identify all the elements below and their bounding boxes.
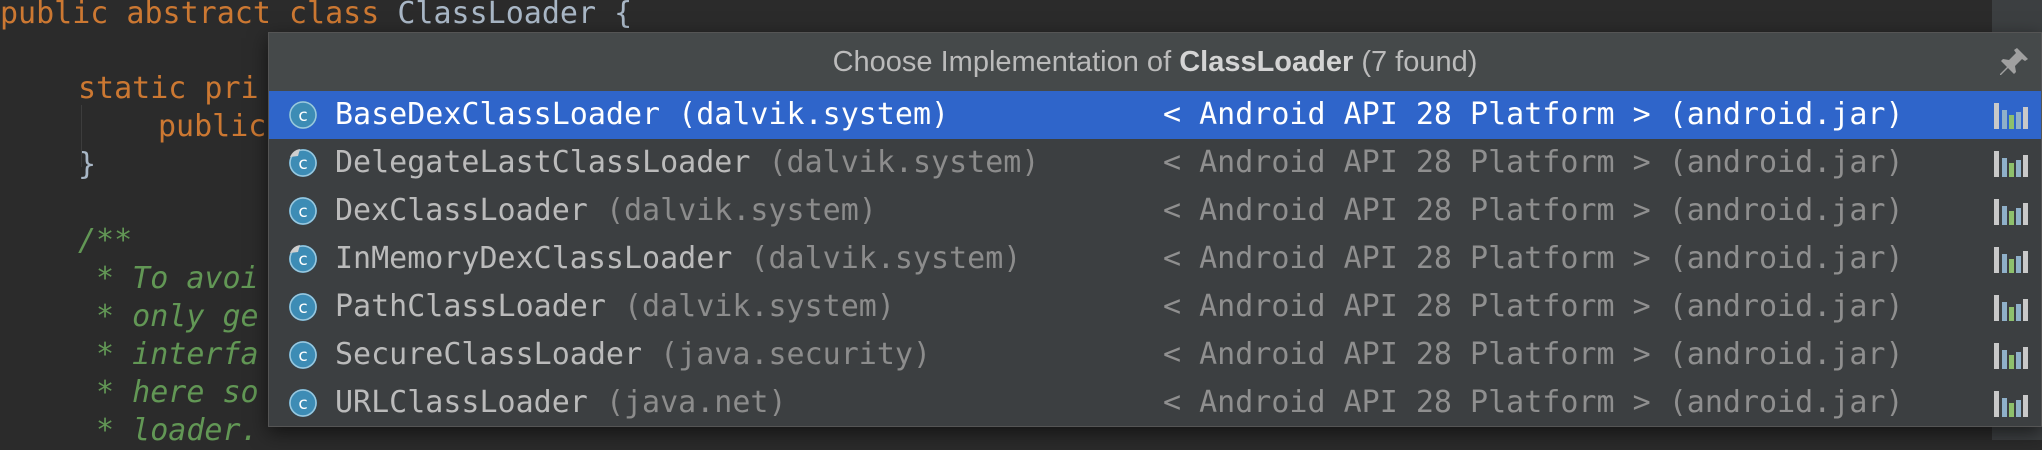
popup-title: Choose Implementation of ClassLoader (7 … <box>269 33 2041 92</box>
code-line-comment-start: /** <box>78 223 133 258</box>
svg-text:c: c <box>298 298 307 318</box>
library-icon <box>1994 391 2028 417</box>
list-item-pathclassloader[interactable]: c PathClassLoader (dalvik.system) < Andr… <box>269 283 2041 331</box>
class-icon: c <box>289 101 317 129</box>
item-name: URLClassLoader <box>335 385 588 420</box>
library-icon <box>1994 295 2028 321</box>
svg-text:c: c <box>298 202 307 222</box>
item-name: DexClassLoader <box>335 193 588 228</box>
code-line-static: static pri <box>78 71 259 106</box>
class-icon: c <box>289 341 317 369</box>
code-line-comment: * interfa <box>78 337 259 372</box>
class-icon: c <box>289 389 317 417</box>
svg-text:c: c <box>298 106 307 126</box>
list-item-delegatelastclassloader[interactable]: c DelegateLastClassLoader (dalvik.system… <box>269 139 2041 187</box>
code-line-comment: * here so <box>78 375 259 410</box>
library-icon <box>1994 151 2028 177</box>
svg-text:c: c <box>298 154 307 174</box>
item-location: < Android API 28 Platform > (android.jar… <box>1163 337 1904 372</box>
class-icon: c <box>289 245 317 273</box>
code-line-comment: * only ge <box>78 299 259 334</box>
code-line-comment: * loader. <box>78 413 259 448</box>
library-icon <box>1994 199 2028 225</box>
item-name: BaseDexClassLoader <box>335 97 661 132</box>
implementation-list: c BaseDexClassLoader (dalvik.system) < A… <box>269 91 2041 427</box>
list-item-inmemorydexclassloader[interactable]: c InMemoryDexClassLoader (dalvik.system)… <box>269 235 2041 283</box>
library-icon <box>1994 343 2028 369</box>
svg-text:c: c <box>298 394 307 414</box>
indent-guide <box>81 105 82 167</box>
item-name: InMemoryDexClassLoader <box>335 241 733 276</box>
pin-icon[interactable] <box>1997 45 2031 79</box>
class-icon: c <box>289 149 317 177</box>
item-package: (dalvik.system) <box>750 241 1022 276</box>
item-location: < Android API 28 Platform > (android.jar… <box>1163 193 1904 228</box>
item-package: (java.net) <box>605 385 787 420</box>
class-icon: c <box>289 293 317 321</box>
item-name: PathClassLoader <box>335 289 606 324</box>
list-item-urlclassloader[interactable]: c URLClassLoader (java.net) < Android AP… <box>269 379 2041 427</box>
library-icon <box>1994 247 2028 273</box>
class-icon: c <box>289 197 317 225</box>
item-location: < Android API 28 Platform > (android.jar… <box>1163 289 1904 324</box>
item-location: < Android API 28 Platform > (android.jar… <box>1163 241 1904 276</box>
list-item-secureclassloader[interactable]: c SecureClassLoader (java.security) < An… <box>269 331 2041 379</box>
item-package: (dalvik.system) <box>768 145 1040 180</box>
item-name: DelegateLastClassLoader <box>335 145 751 180</box>
item-name: SecureClassLoader <box>335 337 643 372</box>
item-package: (dalvik.system) <box>678 97 950 132</box>
code-line-class-decl: public abstract class ClassLoader { <box>0 0 633 31</box>
svg-text:c: c <box>298 346 307 366</box>
item-location: < Android API 28 Platform > (android.jar… <box>1163 145 1904 180</box>
item-package: (dalvik.system) <box>624 289 895 324</box>
list-item-basedexclassloader[interactable]: c BaseDexClassLoader (dalvik.system) < A… <box>269 91 2041 139</box>
svg-text:c: c <box>298 250 307 270</box>
library-icon <box>1994 103 2028 129</box>
item-package: (java.security) <box>660 337 932 372</box>
item-package: (dalvik.system) <box>605 193 877 228</box>
code-line-public: public <box>158 109 267 144</box>
list-item-dexclassloader[interactable]: c DexClassLoader (dalvik.system) < Andro… <box>269 187 2041 235</box>
code-line-comment: * To avoi <box>78 261 259 296</box>
choose-implementation-popup: Choose Implementation of ClassLoader (7 … <box>268 32 2042 427</box>
item-location: < Android API 28 Platform > (android.jar… <box>1163 385 1904 420</box>
item-location: < Android API 28 Platform > (android.jar… <box>1163 97 1904 132</box>
